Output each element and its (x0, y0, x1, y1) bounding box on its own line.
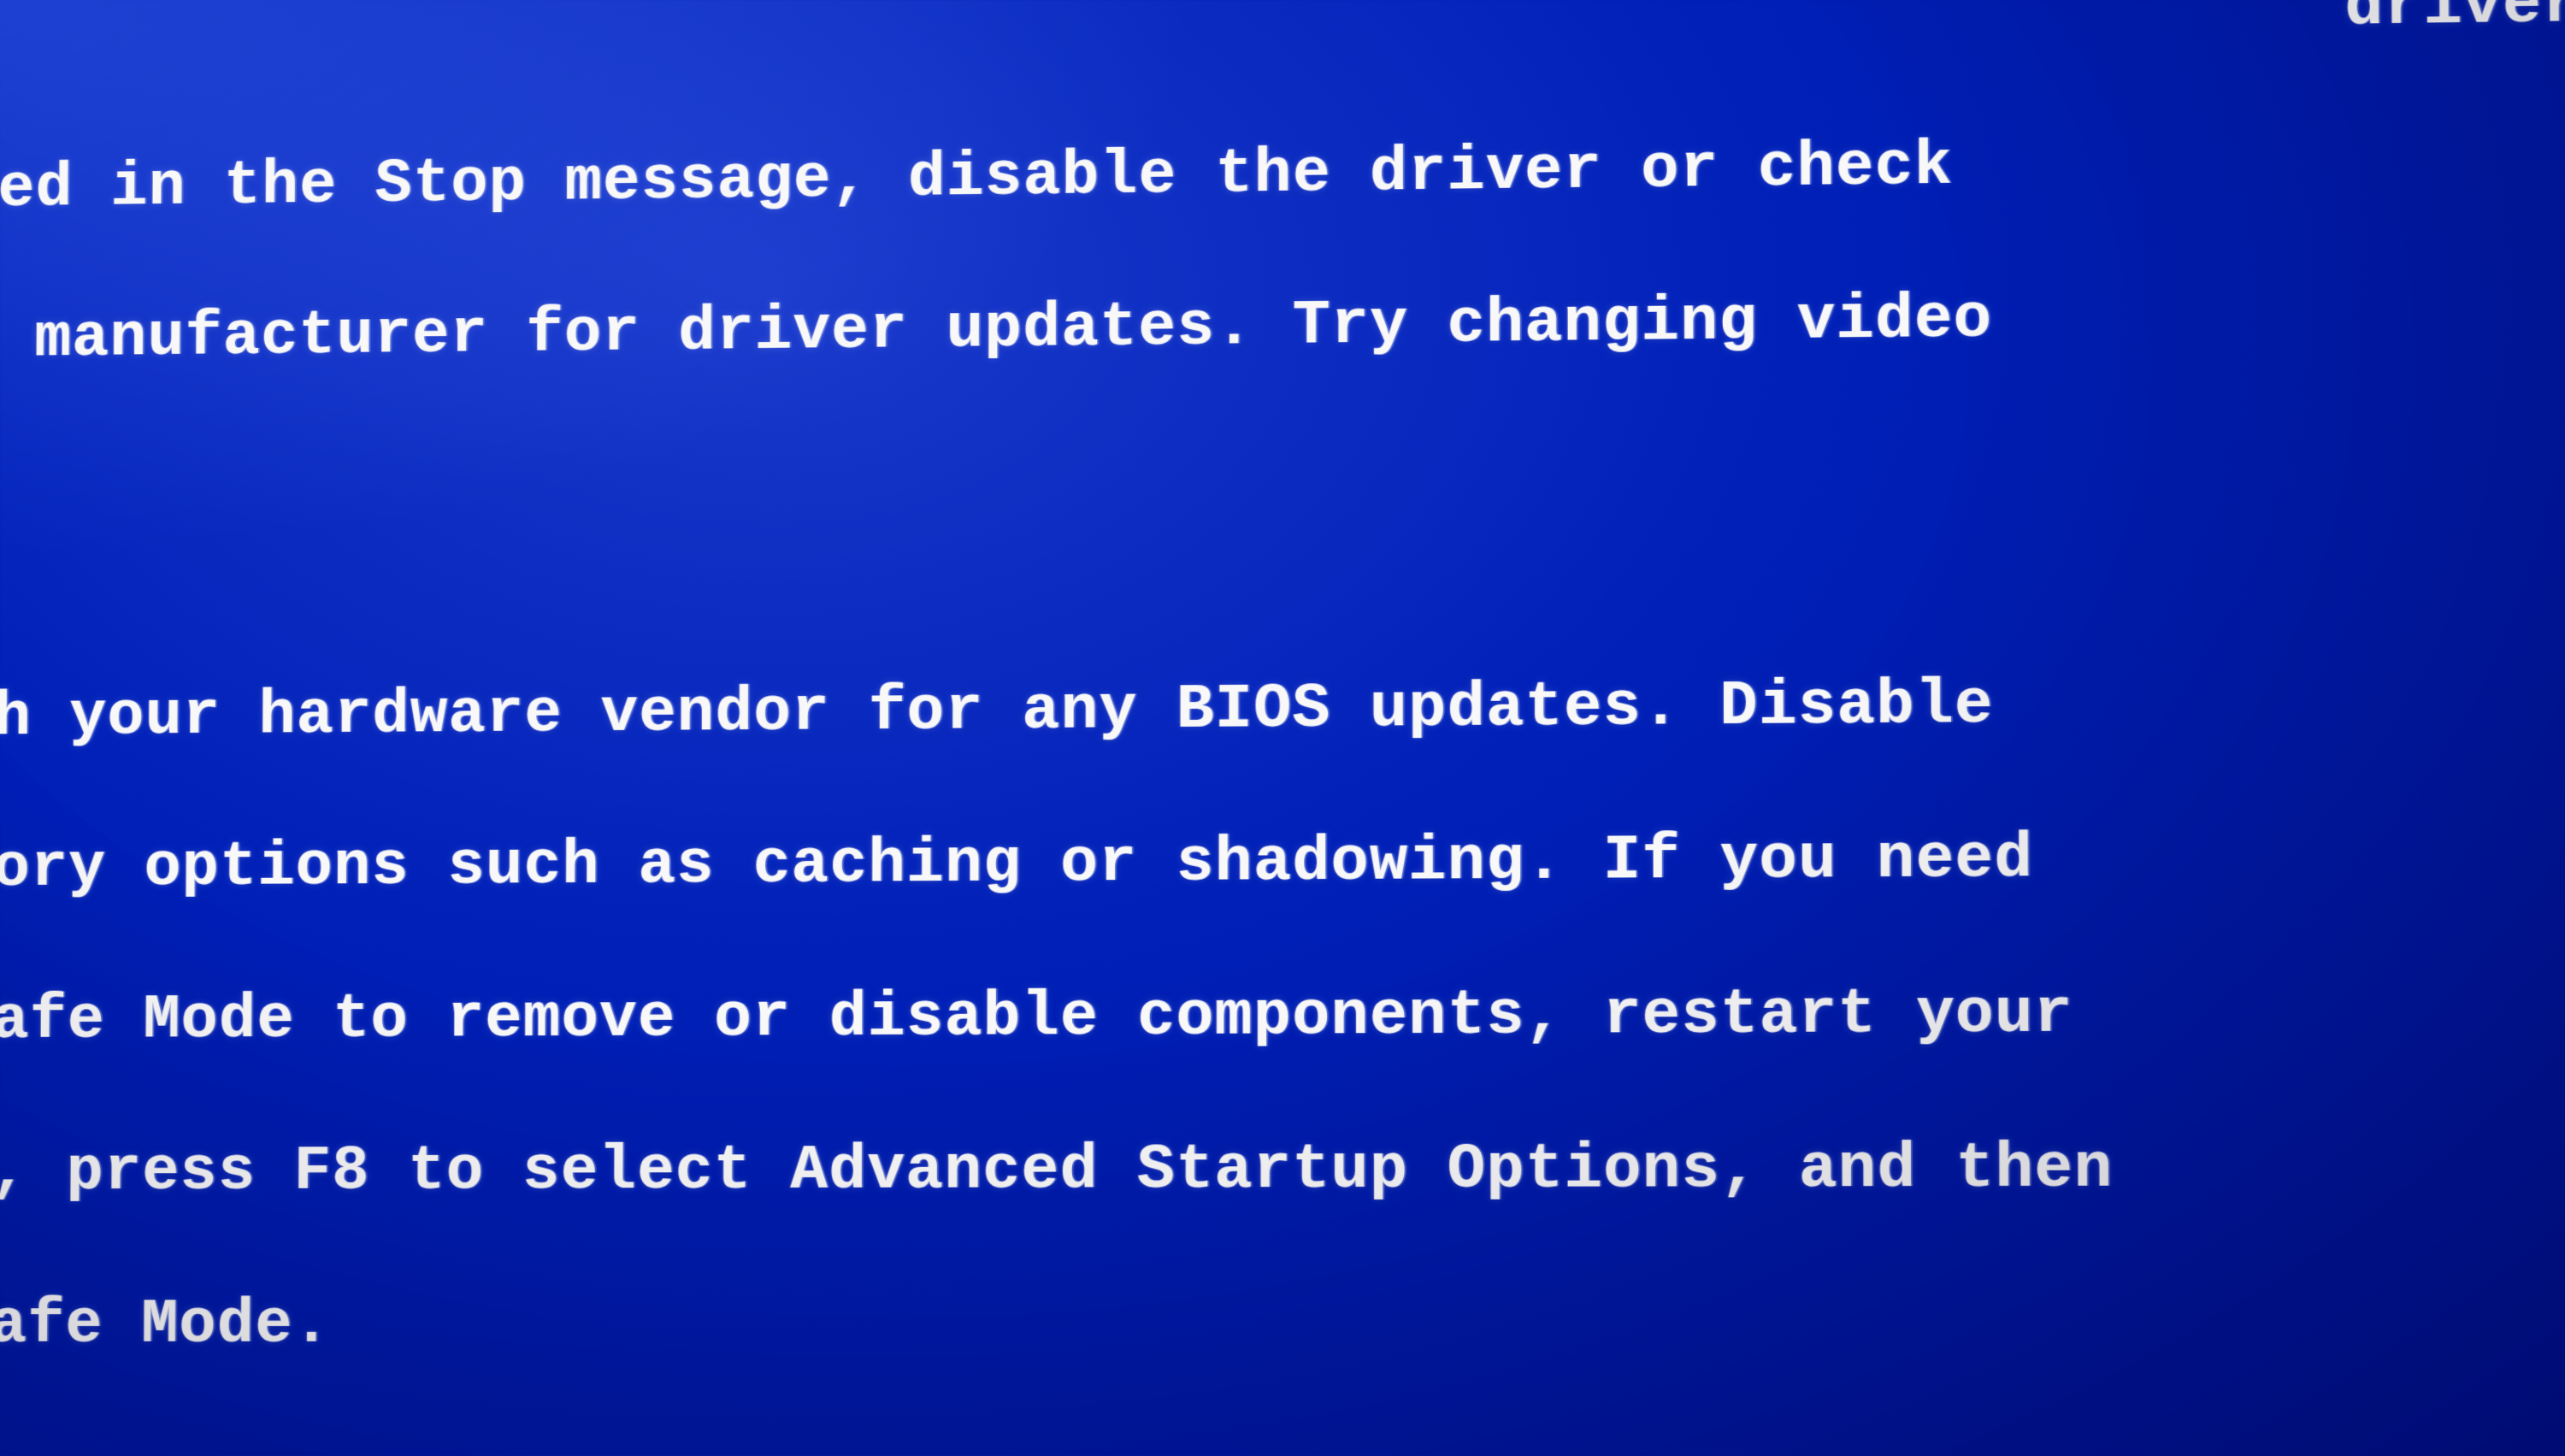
bsod-text-block: driver is ntified in the Stop message, d… (0, 0, 2565, 1456)
bsod-line: ntified in the Stop message, disable the… (0, 118, 2565, 229)
bsod-line: S memory options such as caching or shad… (0, 817, 2565, 908)
bsod-line: ect Safe Mode. (0, 1286, 2565, 1365)
bsod-line: k with your hardware vendor for any BIOS… (0, 662, 2565, 757)
bsod-line: puter, press F8 to select Advanced Start… (0, 1129, 2565, 1211)
bsod-screen: driver is ntified in the Stop message, d… (0, 0, 2565, 1456)
bsod-line (0, 584, 2565, 606)
bsod-line: use Safe Mode to remove or disable compo… (0, 973, 2565, 1059)
bsod-line (0, 1439, 2565, 1442)
bsod-line: h the manufacturer for driver updates. T… (0, 273, 2565, 380)
bsod-line: driver is (0, 0, 2565, 79)
bsod-line: ters. (0, 428, 2565, 531)
